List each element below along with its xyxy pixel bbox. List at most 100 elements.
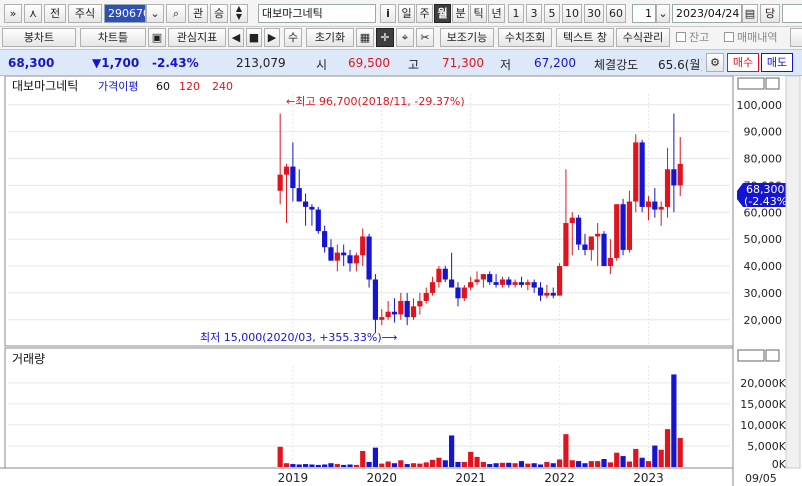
volume-bar xyxy=(449,435,455,467)
industry-button[interactable]: 승 xyxy=(210,4,228,23)
interval-button-5[interactable]: 60 xyxy=(606,4,626,23)
stock-code-input[interactable]: 290670 xyxy=(104,4,146,23)
chart-area[interactable]: 20,00030,00040,00050,00060,00070,00080,0… xyxy=(0,76,802,486)
candle xyxy=(315,206,321,234)
volume-bar xyxy=(645,461,652,467)
spin-updown-icon[interactable]: ▲ ▼ xyxy=(230,4,248,23)
extra-field[interactable] xyxy=(782,4,802,23)
vertical-scrollbar[interactable] xyxy=(785,76,801,469)
next-icon[interactable]: ▶ xyxy=(264,28,280,47)
collapse-button[interactable]: ⋏ xyxy=(24,4,42,23)
price-tick-label: 30,000 xyxy=(744,287,783,300)
watchlist-button[interactable]: 관 xyxy=(188,4,208,23)
info-button[interactable]: i xyxy=(380,4,396,23)
open-value: 69,500 xyxy=(348,56,390,70)
volume-bar xyxy=(556,459,563,467)
scale-lock-icon[interactable] xyxy=(737,77,765,90)
crosshair-icon[interactable]: ✛ xyxy=(376,28,394,47)
volume-bar xyxy=(353,464,359,467)
volume-bar xyxy=(493,463,499,467)
pin-icon[interactable]: ⌖ xyxy=(396,28,414,47)
price-tick-label: 80,000 xyxy=(744,153,783,166)
interval-button-3[interactable]: 10 xyxy=(562,4,582,23)
more-button[interactable] xyxy=(790,28,802,47)
volume-bar xyxy=(525,463,531,467)
stock-type-button[interactable]: 주식 xyxy=(68,4,102,23)
numeric-button[interactable]: 수치조회 xyxy=(498,28,552,47)
interval-button-4[interactable]: 30 xyxy=(584,4,604,23)
interval-button-0[interactable]: 1 xyxy=(508,4,524,23)
prev-icon[interactable]: ◀ xyxy=(228,28,244,47)
scale-mode-icon[interactable] xyxy=(765,77,780,90)
open-label: 시 xyxy=(316,58,328,72)
volume-bar xyxy=(512,463,518,467)
trade-history-checkbox[interactable]: 매매내역 xyxy=(724,29,777,47)
date-field[interactable]: 2023/04/24 xyxy=(672,4,742,23)
price-tick-label: 40,000 xyxy=(744,260,783,273)
volume-bar xyxy=(499,462,506,467)
indicator-button[interactable]: 관심지표 xyxy=(168,28,226,47)
volume-bar xyxy=(309,464,315,467)
candle-chart-button[interactable]: 봉차트 xyxy=(2,28,76,47)
volume-bar xyxy=(442,460,448,467)
vol-scale-mode-icon[interactable] xyxy=(765,349,780,362)
volume-bar xyxy=(595,461,601,467)
text-window-button[interactable]: 텍스트 창 xyxy=(556,28,614,47)
volume-panel-title: 거래량 xyxy=(12,352,45,366)
expand-button[interactable]: » xyxy=(4,4,22,23)
count-dropdown-icon[interactable]: ⌄ xyxy=(656,4,670,23)
period-button-5[interactable]: 년 xyxy=(488,4,505,23)
low-label: 저 xyxy=(500,58,512,72)
volume-bar xyxy=(277,446,283,467)
volume-bar xyxy=(372,447,379,467)
reset-button[interactable]: 초기화 xyxy=(306,28,354,47)
quote-bar: 68,300 ▼1,700 -2.43% 213,079 시 69,500 고 … xyxy=(0,50,802,76)
assist-button[interactable]: 보조기능 xyxy=(440,28,494,47)
volume-tick-label: 10,000K xyxy=(740,419,786,432)
buy-button[interactable]: 매수 xyxy=(727,53,759,72)
settings-gear-icon[interactable]: ⚙ xyxy=(706,53,724,72)
volume-tick-label: 20,000K xyxy=(740,377,786,390)
volume-bar xyxy=(569,460,575,467)
volume-bar xyxy=(658,449,664,467)
ma-240: 240 xyxy=(212,80,233,93)
period-button-1[interactable]: 주 xyxy=(416,4,433,23)
low-value: 67,200 xyxy=(534,56,576,70)
top-toolbar: » ⋏ 전 주식 290670 ⌄ ⌕ 관 승 ▲ ▼ 대보마그네틱 i 일주월분… xyxy=(0,0,802,27)
period-button-2[interactable]: 월 xyxy=(434,4,451,23)
stock-name-field: 대보마그네틱 xyxy=(258,4,376,23)
interval-button-1[interactable]: 3 xyxy=(526,4,542,23)
search-icon[interactable]: ⌕ xyxy=(166,4,186,23)
today-button[interactable]: 당 xyxy=(760,4,780,23)
layout-icon[interactable]: ▦ xyxy=(356,28,374,47)
x-tick-label: 2021 xyxy=(455,471,486,485)
interval-button-2[interactable]: 5 xyxy=(544,4,560,23)
calendar-icon[interactable]: ▤ xyxy=(742,4,758,23)
price-change: ▼1,700 xyxy=(92,56,140,70)
high-label: 고 xyxy=(408,58,420,72)
volume-bar xyxy=(322,464,328,467)
period-button-3[interactable]: 분 xyxy=(452,4,469,23)
code-dropdown-icon[interactable]: ⌄ xyxy=(146,4,164,23)
candle xyxy=(620,198,626,256)
save-icon[interactable]: ▣ xyxy=(148,28,166,47)
period-button-4[interactable]: 틱 xyxy=(470,4,487,23)
volume-bar xyxy=(334,464,340,467)
period-button-0[interactable]: 일 xyxy=(398,4,415,23)
balance-checkbox[interactable]: 잔고 xyxy=(676,29,709,47)
ma-120: 120 xyxy=(179,80,200,93)
volume-bar xyxy=(474,456,480,467)
formula-button[interactable]: 수식관리 xyxy=(616,28,670,47)
volume-bar xyxy=(391,463,398,467)
vol-scale-lock-icon[interactable] xyxy=(737,349,765,362)
chart-frame-button[interactable]: 차트틀 xyxy=(80,28,146,47)
water-button[interactable]: 수 xyxy=(284,28,302,47)
stop-icon[interactable]: ■ xyxy=(246,28,262,47)
volume-bar xyxy=(576,461,582,467)
sell-button[interactable]: 매도 xyxy=(761,53,793,72)
market-all-button[interactable]: 전 xyxy=(44,4,66,23)
volume-bar xyxy=(328,463,334,467)
count-field[interactable]: 1 xyxy=(632,4,656,23)
tools-icon[interactable]: ✂ xyxy=(416,28,434,47)
volume-tick-label: 0K xyxy=(772,458,787,471)
